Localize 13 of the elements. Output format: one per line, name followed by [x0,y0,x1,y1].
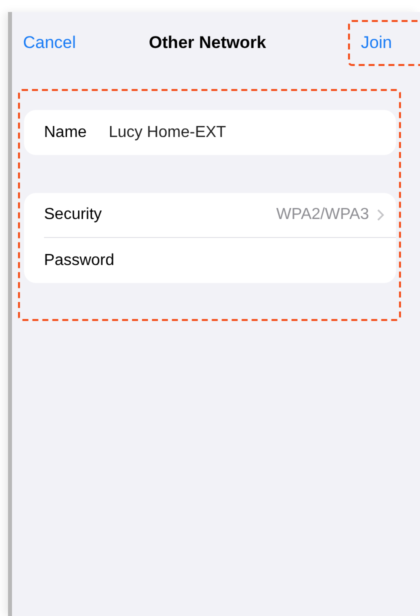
password-row[interactable]: Password [44,238,396,283]
security-row[interactable]: Security WPA2/WPA3 [44,193,396,238]
highlight-box [348,20,420,66]
cancel-button[interactable]: Cancel [23,30,76,56]
name-row[interactable]: Name Lucy Home-EXT [24,110,396,155]
chevron-icon [377,209,384,221]
row-value: WPA2/WPA3 [276,205,369,225]
screen-title: Other Network [148,32,266,54]
row-label: Name [44,122,87,142]
row-label: Security [44,205,103,225]
row-label: Password [44,250,116,270]
name-value: Lucy Home-EXT [108,122,226,142]
join-button[interactable]: Join [360,30,392,56]
